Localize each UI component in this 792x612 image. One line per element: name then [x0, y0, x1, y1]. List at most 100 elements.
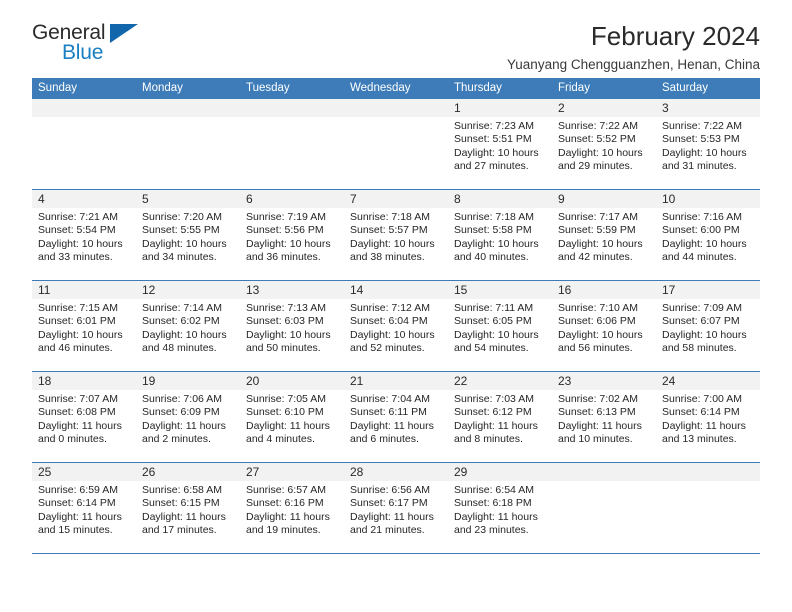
calendar-day-cell[interactable]: 7 Sunrise: 7:18 AM Sunset: 5:57 PM Daylight…	[344, 190, 448, 280]
day-number: 14	[350, 283, 364, 297]
day-number: 1	[454, 101, 461, 115]
daylight-text-line1: Daylight: 11 hours	[454, 419, 538, 432]
calendar-day-cell[interactable]: 21 Sunrise: 7:04 AM Sunset: 6:11 PM Dayligh…	[344, 372, 448, 462]
daylight-text-line1: Daylight: 11 hours	[142, 419, 226, 432]
day-sun-info: Sunrise: 6:54 AM Sunset: 6:18 PM Daylight:…	[454, 484, 546, 538]
calendar-day-cell[interactable]: 11 Sunrise: 7:15 AM Sunset: 6:01 PM Dayligh…	[32, 281, 136, 371]
day-sun-info: Sunrise: 7:07 AM Sunset: 6:08 PM Daylight:…	[38, 393, 130, 447]
sunset-text: Sunset: 6:16 PM	[246, 497, 324, 510]
weekday-header-friday: Friday	[558, 82, 590, 94]
calendar-day-cell[interactable]: 6 Sunrise: 7:19 AM Sunset: 5:56 PM Daylight…	[240, 190, 344, 280]
day-number	[246, 99, 338, 117]
calendar-day-cell[interactable]: 28 Sunrise: 6:56 AM Sunset: 6:17 PM Dayligh…	[344, 463, 448, 553]
calendar-day-cell-empty	[656, 463, 760, 553]
calendar-day-cell[interactable]: 5 Sunrise: 7:20 AM Sunset: 5:55 PM Daylight…	[136, 190, 240, 280]
day-number: 10	[662, 192, 676, 206]
daylight-text-line2: and 21 minutes.	[350, 524, 425, 537]
day-number: 16	[558, 283, 572, 297]
calendar-day-cell[interactable]: 13 Sunrise: 7:13 AM Sunset: 6:03 PM Dayligh…	[240, 281, 344, 371]
day-sun-info: Sunrise: 6:57 AM Sunset: 6:16 PM Daylight:…	[246, 484, 338, 538]
daylight-text-line1: Daylight: 11 hours	[246, 510, 330, 523]
calendar-day-cell[interactable]: 23 Sunrise: 7:02 AM Sunset: 6:13 PM Dayligh…	[552, 372, 656, 462]
daylight-text-line2: and 52 minutes.	[350, 342, 425, 355]
calendar-day-cell[interactable]: 15 Sunrise: 7:11 AM Sunset: 6:05 PM Dayligh…	[448, 281, 552, 371]
calendar-day-cell[interactable]: 29 Sunrise: 6:54 AM Sunset: 6:18 PM Dayligh…	[448, 463, 552, 553]
calendar-day-cell[interactable]: 27 Sunrise: 6:57 AM Sunset: 6:16 PM Dayligh…	[240, 463, 344, 553]
sunset-text: Sunset: 6:02 PM	[142, 315, 220, 328]
calendar-day-cell[interactable]: 26 Sunrise: 6:58 AM Sunset: 6:15 PM Dayligh…	[136, 463, 240, 553]
sunset-text: Sunset: 5:53 PM	[662, 133, 740, 146]
calendar-grid: Sunday Monday Tuesday Wednesday Thursday…	[32, 78, 760, 554]
day-sun-info: Sunrise: 6:56 AM Sunset: 6:17 PM Daylight:…	[350, 484, 442, 538]
day-number: 3	[662, 101, 669, 115]
day-sun-info: Sunrise: 7:12 AM Sunset: 6:04 PM Daylight:…	[350, 302, 442, 356]
sunset-text: Sunset: 5:52 PM	[558, 133, 636, 146]
daylight-text-line2: and 2 minutes.	[142, 433, 211, 446]
sunrise-text: Sunrise: 7:09 AM	[662, 302, 742, 314]
day-number: 24	[662, 374, 676, 388]
sunrise-text: Sunrise: 7:17 AM	[558, 211, 638, 223]
calendar-day-cell[interactable]: 14 Sunrise: 7:12 AM Sunset: 6:04 PM Dayligh…	[344, 281, 448, 371]
daylight-text-line1: Daylight: 10 hours	[142, 237, 227, 250]
day-number: 13	[246, 283, 260, 297]
calendar-day-cell[interactable]: 2 Sunrise: 7:22 AM Sunset: 5:52 PM Daylight…	[552, 99, 656, 189]
day-number: 12	[142, 283, 156, 297]
sunrise-text: Sunrise: 6:54 AM	[454, 484, 534, 496]
calendar-day-cell[interactable]: 25 Sunrise: 6:59 AM Sunset: 6:14 PM Dayligh…	[32, 463, 136, 553]
calendar-day-cell[interactable]: 10 Sunrise: 7:16 AM Sunset: 6:00 PM Dayligh…	[656, 190, 760, 280]
sunrise-text: Sunrise: 7:18 AM	[350, 211, 430, 223]
sunrise-text: Sunrise: 6:58 AM	[142, 484, 222, 496]
daylight-text-line2: and 56 minutes.	[558, 342, 633, 355]
sunrise-text: Sunrise: 6:57 AM	[246, 484, 326, 496]
calendar-day-cell[interactable]: 18 Sunrise: 7:07 AM Sunset: 6:08 PM Dayligh…	[32, 372, 136, 462]
calendar-day-cell[interactable]: 1 Sunrise: 7:23 AM Sunset: 5:51 PM Daylight…	[448, 99, 552, 189]
day-sun-info: Sunrise: 7:21 AM Sunset: 5:54 PM Daylight:…	[38, 211, 130, 265]
sunset-text: Sunset: 6:12 PM	[454, 406, 532, 419]
sunrise-text: Sunrise: 7:13 AM	[246, 302, 326, 314]
calendar-day-cell[interactable]: 22 Sunrise: 7:03 AM Sunset: 6:12 PM Dayligh…	[448, 372, 552, 462]
sunset-text: Sunset: 5:54 PM	[38, 224, 116, 237]
sunset-text: Sunset: 6:15 PM	[142, 497, 220, 510]
general-blue-logo[interactable]: General Blue	[32, 22, 144, 72]
calendar-day-cell[interactable]: 4 Sunrise: 7:21 AM Sunset: 5:54 PM Daylight…	[32, 190, 136, 280]
day-sun-info: Sunrise: 7:11 AM Sunset: 6:05 PM Daylight:…	[454, 302, 546, 356]
calendar-day-cell[interactable]: 9 Sunrise: 7:17 AM Sunset: 5:59 PM Daylight…	[552, 190, 656, 280]
day-sun-info: Sunrise: 7:04 AM Sunset: 6:11 PM Daylight:…	[350, 393, 442, 447]
calendar-day-cell[interactable]: 16 Sunrise: 7:10 AM Sunset: 6:06 PM Dayligh…	[552, 281, 656, 371]
daylight-text-line1: Daylight: 10 hours	[662, 237, 747, 250]
sunset-text: Sunset: 6:08 PM	[38, 406, 116, 419]
calendar-day-cell[interactable]: 19 Sunrise: 7:06 AM Sunset: 6:09 PM Dayligh…	[136, 372, 240, 462]
calendar-day-cell[interactable]: 24 Sunrise: 7:00 AM Sunset: 6:14 PM Dayligh…	[656, 372, 760, 462]
daylight-text-line1: Daylight: 10 hours	[38, 328, 123, 341]
daylight-text-line1: Daylight: 10 hours	[350, 237, 435, 250]
sunrise-text: Sunrise: 7:05 AM	[246, 393, 326, 405]
sunrise-text: Sunrise: 7:03 AM	[454, 393, 534, 405]
daylight-text-line1: Daylight: 10 hours	[454, 328, 539, 341]
title-block: February 2024 Yuanyang Chengguanzhen, He…	[144, 22, 760, 72]
sunset-text: Sunset: 6:01 PM	[38, 315, 116, 328]
day-sun-info: Sunrise: 7:05 AM Sunset: 6:10 PM Daylight:…	[246, 393, 338, 447]
daylight-text-line2: and 58 minutes.	[662, 342, 737, 355]
sunrise-text: Sunrise: 7:12 AM	[350, 302, 430, 314]
calendar-day-cell[interactable]: 20 Sunrise: 7:05 AM Sunset: 6:10 PM Dayligh…	[240, 372, 344, 462]
calendar-day-cell[interactable]: 3 Sunrise: 7:22 AM Sunset: 5:53 PM Daylight…	[656, 99, 760, 189]
day-number: 7	[350, 192, 357, 206]
calendar-day-cell[interactable]: 17 Sunrise: 7:09 AM Sunset: 6:07 PM Dayligh…	[656, 281, 760, 371]
day-number: 25	[38, 465, 52, 479]
calendar-day-cell[interactable]: 12 Sunrise: 7:14 AM Sunset: 6:02 PM Dayligh…	[136, 281, 240, 371]
sunset-text: Sunset: 5:59 PM	[558, 224, 636, 237]
day-sun-info: Sunrise: 7:13 AM Sunset: 6:03 PM Daylight:…	[246, 302, 338, 356]
sunset-text: Sunset: 6:14 PM	[662, 406, 740, 419]
sunrise-text: Sunrise: 7:16 AM	[662, 211, 742, 223]
day-sun-info: Sunrise: 7:19 AM Sunset: 5:56 PM Daylight:…	[246, 211, 338, 265]
calendar-week-row: 18 Sunrise: 7:07 AM Sunset: 6:08 PM Dayligh…	[32, 372, 760, 463]
day-number: 9	[558, 192, 565, 206]
day-sun-info: Sunrise: 7:10 AM Sunset: 6:06 PM Daylight:…	[558, 302, 650, 356]
calendar-day-cell[interactable]: 8 Sunrise: 7:18 AM Sunset: 5:58 PM Daylight…	[448, 190, 552, 280]
sunrise-text: Sunrise: 7:18 AM	[454, 211, 534, 223]
daylight-text-line1: Daylight: 10 hours	[246, 237, 331, 250]
sunrise-text: Sunrise: 7:14 AM	[142, 302, 222, 314]
day-number: 20	[246, 374, 260, 388]
sunset-text: Sunset: 6:03 PM	[246, 315, 324, 328]
daylight-text-line2: and 31 minutes.	[662, 160, 737, 173]
